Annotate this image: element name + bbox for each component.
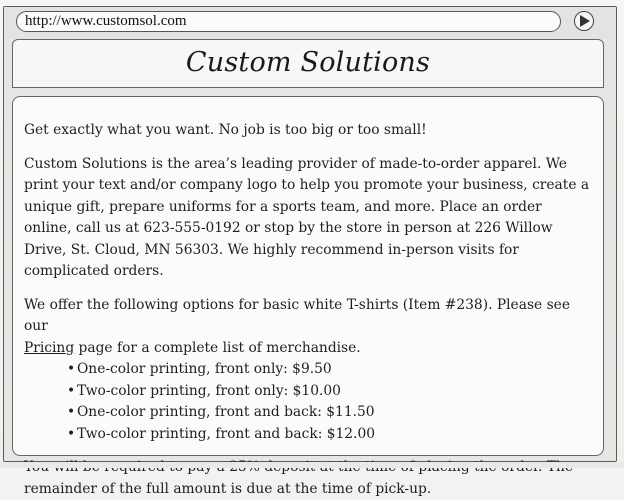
list-item: • Two-color printing, front and back: $12… bbox=[67, 425, 376, 442]
list-item: • One-color printing, front only: $9.50 bbox=[67, 361, 332, 377]
list-item: • Two-color printing, front only: $10.00 bbox=[67, 382, 341, 399]
address-bar[interactable]: http://www.customsol.com bbox=[16, 11, 561, 32]
browser-window: http://www.customsol.com Custom Solution… bbox=[3, 6, 617, 497]
offer-text-before: We offer the following options for basic… bbox=[24, 296, 570, 335]
offer-text-after: page for a complete list of merchandise. bbox=[78, 339, 361, 356]
pricing-link[interactable]: Pricing bbox=[24, 340, 74, 356]
offer-paragraph: We offer the following options for basic… bbox=[24, 295, 593, 360]
tagline: Get exactly what you want. No job is too… bbox=[24, 122, 427, 138]
browser-toolbar: http://www.customsol.com bbox=[4, 7, 615, 39]
tshirt-options-list: • One-color printing, front only: $9.50 •… bbox=[24, 359, 593, 445]
site-title: Custom Solutions bbox=[185, 47, 431, 78]
bottom-edge bbox=[0, 462, 624, 468]
site-header: Custom Solutions bbox=[12, 39, 604, 88]
intro-paragraph: Custom Solutions is the area’s leading p… bbox=[24, 155, 590, 280]
main-content: Get exactly what you want. No job is too… bbox=[12, 96, 604, 497]
page: http://www.customsol.com Custom Solution… bbox=[0, 0, 624, 497]
play-triangle-icon bbox=[580, 15, 590, 27]
list-item: • One-color printing, front and back: $11… bbox=[67, 404, 375, 420]
go-button[interactable] bbox=[574, 11, 594, 31]
